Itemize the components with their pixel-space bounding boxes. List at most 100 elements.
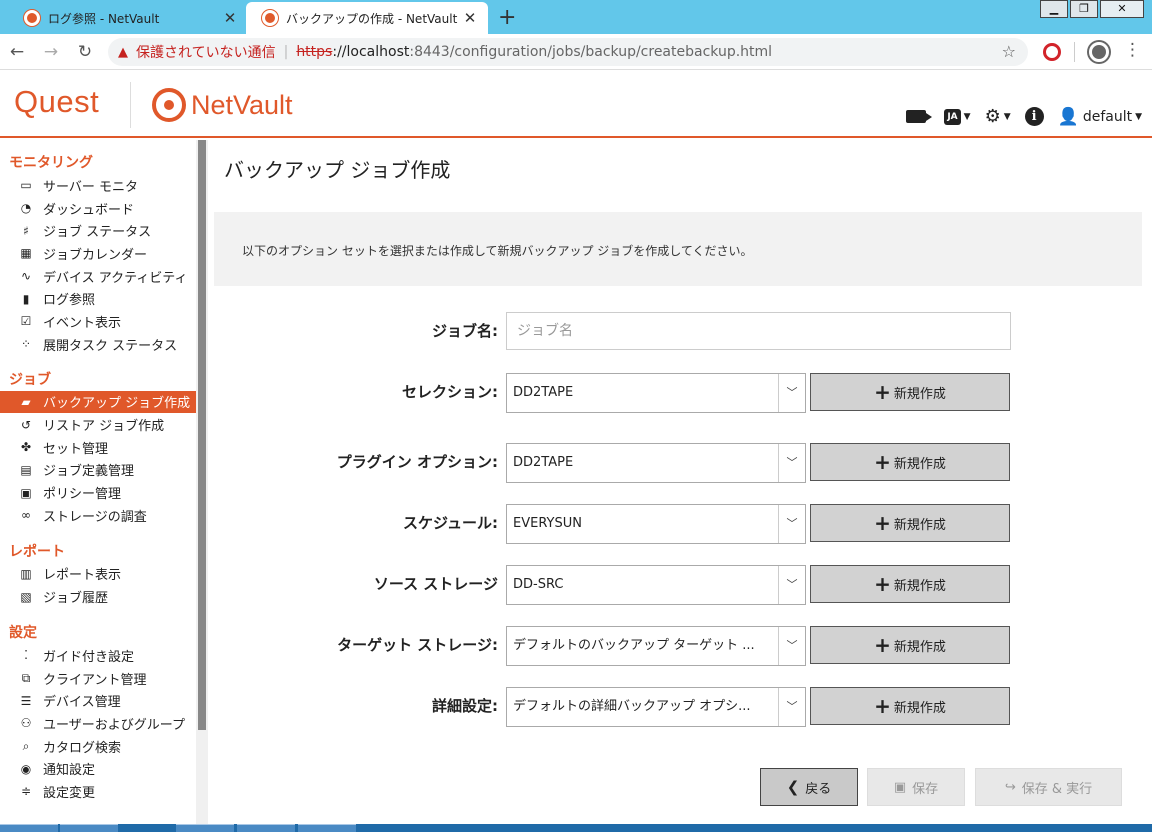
sidebar-item-job-status[interactable]: ♯ ジョブ ステータス	[0, 219, 196, 242]
sidebar-item-manage-sets[interactable]: ✤ セット管理	[0, 436, 196, 459]
selection-select[interactable]: DD2TAPE ﹀	[506, 373, 806, 413]
sidebar-item-label: イベント表示	[43, 315, 122, 331]
back-button[interactable]: ❮ 戻る	[760, 768, 858, 806]
caret-down-icon: ▼	[963, 111, 971, 122]
browser-tab-log[interactable]: ログ参照 - NetVault ✕	[8, 2, 248, 34]
sidebar-item-manage-devices[interactable]: ☰ デバイス管理	[0, 689, 196, 712]
advanced-options-row: 詳細設定: デフォルトの詳細バックアップ オプシ... ﹀ + 新規作成	[208, 685, 1152, 727]
taskbar-item[interactable]	[298, 824, 356, 832]
sidebar-group-title: 設定	[9, 625, 37, 641]
browser-tab-backup[interactable]: バックアップの作成 - NetVault ✕	[246, 2, 488, 34]
target-storage-select[interactable]: デフォルトのバックアップ ターゲット ... ﹀	[506, 626, 806, 666]
divider	[130, 82, 131, 128]
sidebar-item-catalog-search[interactable]: ⌕ カタログ検索	[0, 735, 196, 758]
sidebar-item-view-reports[interactable]: ▥ レポート表示	[0, 563, 196, 586]
back-arrow-icon[interactable]: ←	[0, 42, 34, 62]
source-storage-select[interactable]: DD-SRC ﹀	[506, 565, 806, 605]
sidebar-item-users-groups[interactable]: ⚇ ユーザーおよびグループ	[0, 712, 196, 735]
sidebar-item-manage-policies[interactable]: ▣ ポリシー管理	[0, 481, 196, 504]
url-path: :8443/configuration/jobs/backup/createba…	[409, 44, 773, 60]
chevron-down-icon[interactable]: ﹀	[779, 444, 805, 482]
opera-extension-icon[interactable]	[1043, 43, 1061, 61]
divider: |	[283, 44, 289, 60]
chevron-down-icon[interactable]: ﹀	[779, 688, 805, 726]
language-selector[interactable]: JA ▼	[944, 108, 971, 125]
selection-row: セレクション: DD2TAPE ﹀ + 新規作成	[208, 371, 1152, 413]
sidebar-item-job-calendar[interactable]: ▦ ジョブカレンダー	[0, 242, 196, 265]
sidebar-group-title: ジョブ	[9, 371, 51, 388]
taskbar-item[interactable]	[60, 824, 118, 832]
button-label: 保存 & 実行	[1021, 781, 1093, 797]
sidebar-scrollbar[interactable]	[196, 140, 208, 824]
save-button[interactable]: ▣ 保存	[867, 768, 965, 806]
user-menu[interactable]: 👤 default ▼	[1058, 107, 1142, 127]
new-plugin-options-button[interactable]: + 新規作成	[810, 443, 1010, 481]
job-name-input[interactable]	[506, 312, 1011, 350]
event-icon: ☑	[20, 314, 32, 329]
taskbar-item[interactable]	[176, 824, 234, 832]
sidebar-item-device-activity[interactable]: ∿ デバイス アクティビティ	[0, 265, 196, 288]
new-tab-button[interactable]: +	[498, 5, 516, 30]
target-storage-row: ターゲット ストレージ: デフォルトのバックアップ ターゲット ... ﹀ + 新…	[208, 624, 1152, 666]
sidebar-item-guided-config[interactable]: ⁚ ガイド付き設定	[0, 644, 196, 667]
sidebar-item-deploy-status[interactable]: ⁘ 展開タスク ステータス	[0, 333, 196, 356]
tools-menu[interactable]: ⚙ ▼	[985, 106, 1011, 127]
security-warning[interactable]: 保護されていない通信	[136, 42, 276, 62]
reload-icon[interactable]: ↻	[68, 42, 102, 62]
chevron-down-icon[interactable]: ﹀	[779, 566, 805, 604]
binoculars-icon: ∞	[21, 508, 31, 523]
close-icon[interactable]: ✕	[462, 9, 478, 27]
taskbar-item[interactable]	[0, 824, 58, 832]
plus-icon: +	[874, 450, 891, 474]
new-selection-button[interactable]: + 新規作成	[810, 373, 1010, 411]
window-close-icon[interactable]: ✕	[1100, 0, 1144, 18]
app-header: Quest NetVault JA ▼ ⚙ ▼ i 👤 default ▼	[0, 70, 1152, 138]
minimize-icon[interactable]: ▁	[1040, 0, 1068, 18]
sidebar-item-view-logs[interactable]: ▮ ログ参照	[0, 287, 196, 310]
scrollbar-thumb[interactable]	[198, 140, 206, 730]
plugin-options-select[interactable]: DD2TAPE ﹀	[506, 443, 806, 483]
schedule-select[interactable]: EVERYSUN ﹀	[506, 504, 806, 544]
taskbar-item[interactable]	[237, 824, 295, 832]
video-camera-icon[interactable]	[906, 110, 933, 123]
restore-icon[interactable]: ❐	[1070, 0, 1098, 18]
info-icon: i	[1024, 107, 1044, 126]
sidebar-item-dashboard[interactable]: ◔ ダッシュボード	[0, 197, 196, 220]
sidebar-item-create-backup-job[interactable]: ▰ バックアップ ジョブ作成	[0, 390, 196, 414]
os-taskbar	[0, 824, 1152, 832]
quest-logo[interactable]: Quest	[14, 84, 99, 120]
sidebar-item-manage-clients[interactable]: ⧉ クライアント管理	[0, 667, 196, 690]
chevron-down-icon[interactable]: ﹀	[779, 374, 805, 412]
sidebar-item-manage-job-definitions[interactable]: ▤ ジョブ定義管理	[0, 459, 196, 482]
netvault-logo[interactable]: NetVault	[191, 90, 293, 121]
sidebar-item-job-history[interactable]: ▧ ジョブ履歴	[0, 585, 196, 608]
share-arrow-icon: ↪	[1004, 779, 1016, 795]
new-source-storage-button[interactable]: + 新規作成	[810, 565, 1010, 603]
selection-label: セレクション:	[402, 383, 498, 401]
close-icon[interactable]: ✕	[222, 9, 238, 27]
info-button[interactable]: i	[1024, 107, 1044, 126]
sidebar-group-title: モニタリング	[9, 155, 93, 171]
sidebar-item-server-monitor[interactable]: ▭ サーバー モニタ	[0, 174, 196, 197]
sidebar-item-explore-storage[interactable]: ∞ ストレージの調査	[0, 504, 196, 527]
schedule-label: スケジュール:	[403, 514, 498, 532]
client-icon: ⧉	[21, 670, 31, 685]
chevron-down-icon[interactable]: ﹀	[779, 505, 805, 543]
chevron-down-icon[interactable]: ﹀	[779, 627, 805, 665]
new-target-storage-button[interactable]: + 新規作成	[810, 626, 1010, 664]
sidebar-item-notifications[interactable]: ◉ 通知設定	[0, 757, 196, 780]
new-advanced-options-button[interactable]: + 新規作成	[810, 687, 1010, 725]
profile-avatar-icon[interactable]	[1089, 42, 1109, 62]
sidebar-item-view-events[interactable]: ☑ イベント表示	[0, 310, 196, 333]
save-and-run-button[interactable]: ↪ 保存 & 実行	[975, 768, 1122, 806]
schedule-row: スケジュール: EVERYSUN ﹀ + 新規作成	[208, 502, 1152, 544]
address-bar[interactable]: ▲ 保護されていない通信 | https ://localhost :8443/…	[108, 38, 1028, 66]
forward-arrow-icon[interactable]: →	[34, 42, 68, 62]
sidebar-item-label: リストア ジョブ作成	[43, 419, 165, 435]
sidebar-item-create-restore-job[interactable]: ↺ リストア ジョブ作成	[0, 413, 196, 436]
bookmark-star-icon[interactable]: ☆	[1002, 42, 1016, 61]
browser-menu-icon[interactable]: ⋮	[1124, 40, 1141, 60]
new-schedule-button[interactable]: + 新規作成	[810, 504, 1010, 542]
sidebar-item-change-settings[interactable]: ≑ 設定変更	[0, 780, 196, 803]
advanced-options-select[interactable]: デフォルトの詳細バックアップ オプシ... ﹀	[506, 687, 806, 727]
